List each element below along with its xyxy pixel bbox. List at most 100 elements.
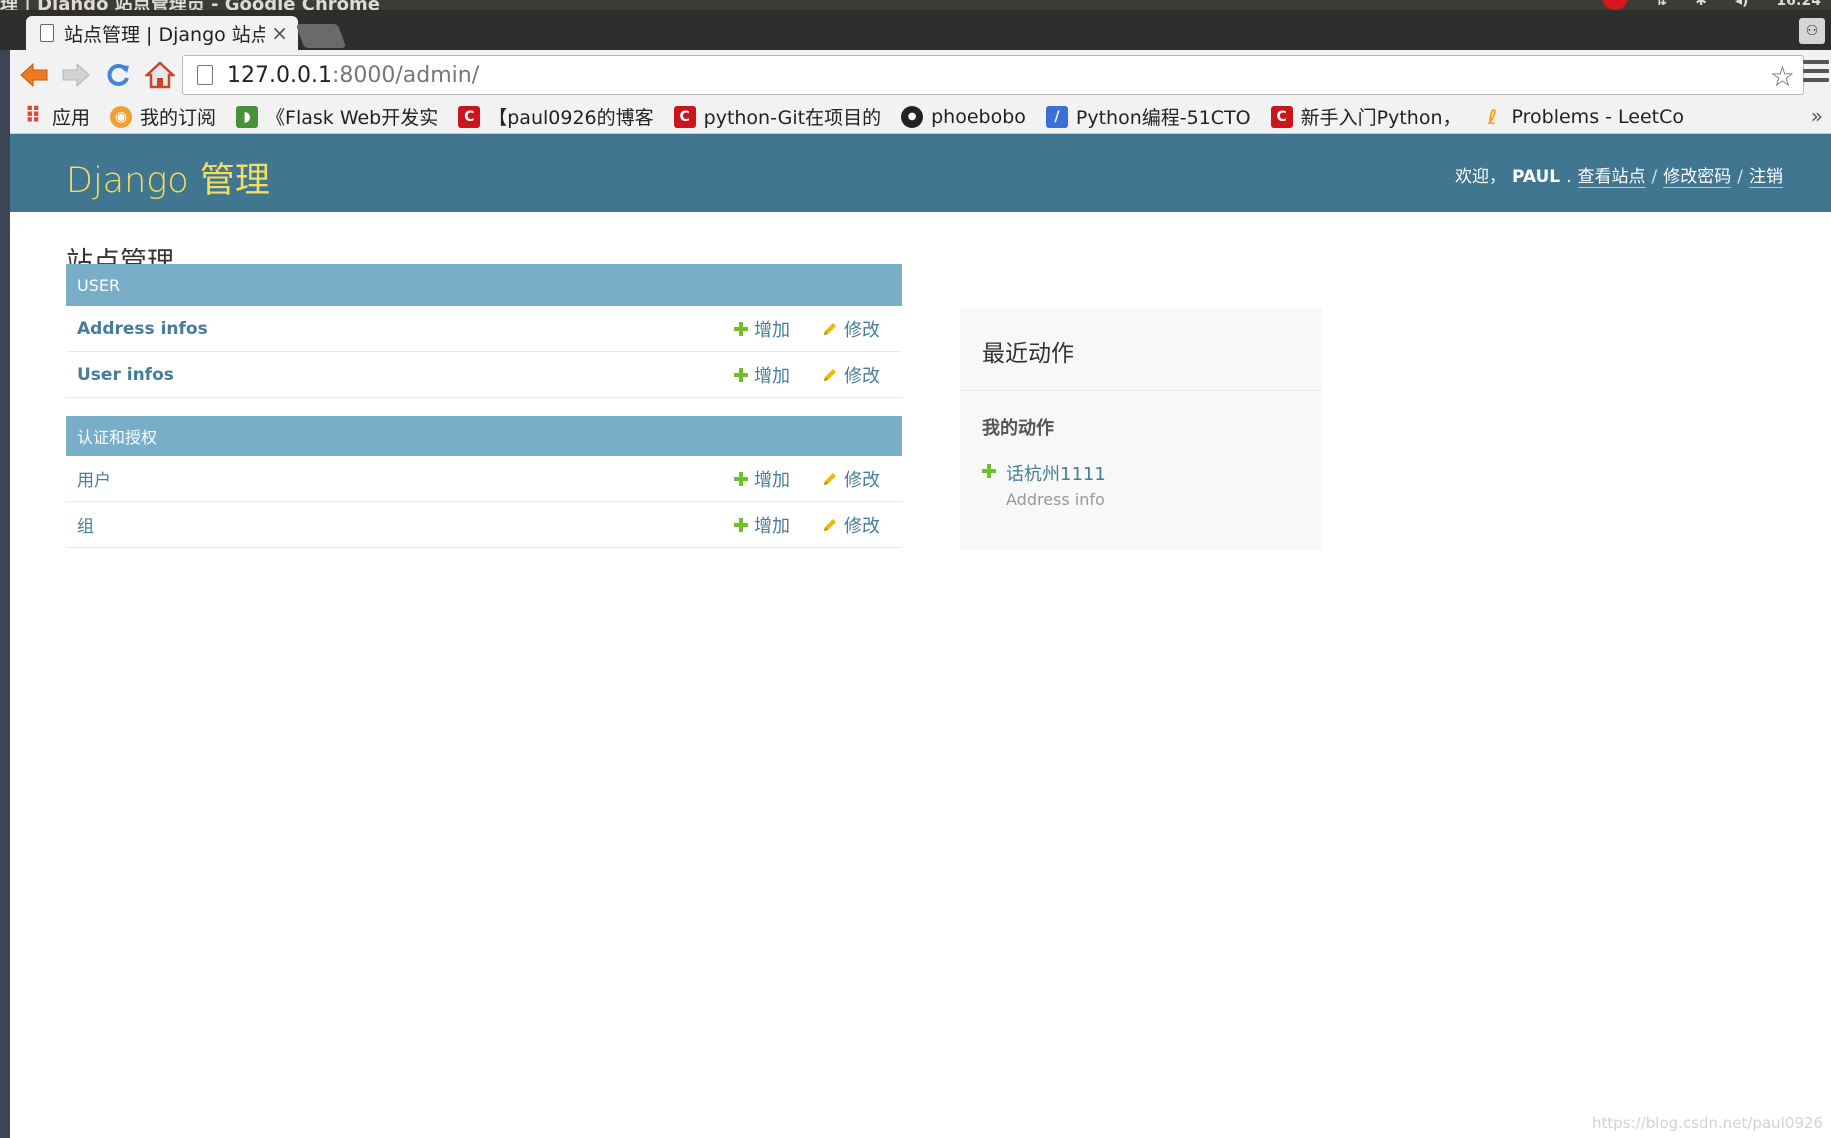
- model-row: 用户 增加 修改: [66, 456, 902, 502]
- bookmark-item[interactable]: Cpython-Git在项目的: [673, 103, 881, 130]
- bookmark-item[interactable]: C 【paul0926的博客: [458, 103, 654, 130]
- 51cto-icon: /: [1045, 105, 1068, 128]
- bookmark-item[interactable]: ℓ Problems - LeetCo: [1482, 104, 1684, 129]
- change-label: 修改: [844, 470, 880, 491]
- add-icon: [982, 464, 996, 478]
- model-actions: 增加 修改: [734, 306, 880, 352]
- logout-link[interactable]: 注销: [1749, 162, 1783, 188]
- period: .: [1566, 167, 1572, 187]
- add-link[interactable]: 增加: [734, 466, 790, 492]
- admin-page: Django 管理 欢迎， PAUL. 查看站点 / 修改密码 / 注销 站点管…: [10, 134, 1831, 1138]
- home-icon: [145, 61, 175, 89]
- bookmark-item[interactable]: ⠿ 应用: [22, 103, 90, 130]
- add-icon: [734, 472, 748, 486]
- my-actions-title: 我的动作: [982, 418, 1054, 439]
- flask-icon: ◗: [236, 105, 259, 128]
- window-title: 理 | Django 站点管理员 - Google Chrome: [0, 0, 380, 10]
- apps-grid-icon: ⠿: [24, 104, 42, 129]
- bookmark-star-icon[interactable]: ☆: [1770, 60, 1795, 93]
- change-link[interactable]: 修改: [822, 316, 880, 342]
- csdn-icon: C: [458, 105, 481, 128]
- change-link[interactable]: 修改: [822, 466, 880, 492]
- bookmark-item[interactable]: ◗ 《Flask Web开发实: [236, 103, 438, 130]
- model-link[interactable]: User infos: [77, 365, 174, 385]
- recent-actions-title: 最近动作: [982, 341, 1074, 367]
- new-tab-button[interactable]: [295, 24, 347, 48]
- add-link[interactable]: 增加: [734, 362, 790, 388]
- address-bar[interactable]: 127.0.0.1 :8000/admin/ ☆: [182, 55, 1804, 95]
- model-row: 组 增加 修改: [66, 502, 902, 548]
- bookmark-label: phoebobo: [931, 105, 1026, 128]
- model-link[interactable]: 组: [77, 512, 94, 537]
- os-top-bar: 理 | Django 站点管理员 - Google Chrome ⇅ ✱ ◂) …: [0, 0, 1831, 10]
- desktop-edge: [0, 50, 10, 1138]
- bookmark-label: 《Flask Web开发实: [266, 107, 439, 129]
- add-label: 增加: [754, 516, 790, 537]
- bookmark-label: 新手入门Python，: [1300, 107, 1462, 129]
- clock[interactable]: 16:24: [1776, 0, 1821, 10]
- add-icon: [734, 518, 748, 532]
- back-button[interactable]: [16, 57, 52, 93]
- forward-arrow-icon: [62, 62, 90, 88]
- model-row: User infos 增加 修改: [66, 352, 902, 398]
- bookmark-label: Problems - LeetCo: [1511, 105, 1684, 128]
- site-branding[interactable]: Django 管理: [66, 152, 270, 203]
- bookmark-label: 我的订阅: [140, 107, 217, 129]
- record-indicator-icon[interactable]: [1601, 0, 1628, 10]
- reload-button[interactable]: [100, 57, 136, 93]
- profile-icon[interactable]: ⚇: [1799, 18, 1825, 44]
- recent-action-link[interactable]: 话杭州1111: [1006, 460, 1106, 486]
- page-info-icon[interactable]: [197, 65, 213, 85]
- browser-toolbar: 127.0.0.1 :8000/admin/ ☆: [10, 50, 1831, 100]
- github-icon: ●: [901, 105, 924, 128]
- model-link[interactable]: Address infos: [77, 319, 208, 339]
- welcome-text: 欢迎，: [1454, 167, 1506, 187]
- tab-strip: 站点管理 | Django 站点 × ⚇: [0, 10, 1831, 50]
- change-label: 修改: [844, 320, 880, 341]
- add-icon: [734, 322, 748, 336]
- bookmark-item[interactable]: / Python编程-51CTO: [1045, 103, 1251, 130]
- rss-icon: ◉: [110, 105, 133, 128]
- admin-header: Django 管理 欢迎， PAUL. 查看站点 / 修改密码 / 注销: [10, 134, 1831, 212]
- module-caption[interactable]: 认证和授权: [66, 416, 902, 456]
- change-link[interactable]: 修改: [822, 512, 880, 538]
- bookmark-label: 【paul0926的博客: [488, 107, 654, 129]
- system-tray: ⇅ ✱ ◂) 16:24: [1601, 0, 1821, 10]
- pencil-icon: [822, 471, 838, 487]
- bookmark-label: 应用: [52, 107, 91, 129]
- csdn-icon: C: [1270, 105, 1293, 128]
- tab-active[interactable]: 站点管理 | Django 站点 ×: [26, 16, 298, 50]
- bluetooth-icon[interactable]: ✱: [1695, 0, 1707, 10]
- add-icon: [734, 368, 748, 382]
- home-button[interactable]: [142, 57, 178, 93]
- bookmark-item[interactable]: C 新手入门Python，: [1270, 103, 1462, 130]
- add-label: 增加: [754, 366, 790, 387]
- csdn-icon: C: [673, 105, 696, 128]
- chrome-menu-icon[interactable]: [1803, 60, 1829, 87]
- tab-close-icon[interactable]: ×: [271, 21, 288, 45]
- change-password-link[interactable]: 修改密码: [1663, 162, 1732, 188]
- add-link[interactable]: 增加: [734, 316, 790, 342]
- view-site-link[interactable]: 查看站点: [1577, 162, 1646, 188]
- bookmarks-overflow-icon[interactable]: »: [1811, 104, 1823, 128]
- separator: /: [1651, 167, 1658, 187]
- app-module: USER Address infos 增加 修改 User infos 增加 修改: [66, 264, 902, 398]
- model-actions: 增加 修改: [734, 456, 880, 502]
- module-caption[interactable]: USER: [66, 264, 902, 306]
- recent-action-item: 话杭州1111 Address info: [982, 460, 1106, 509]
- app-module: 认证和授权 用户 增加 修改组增加 修改: [66, 416, 902, 548]
- bookmark-item[interactable]: ◉ 我的订阅: [110, 103, 216, 130]
- forward-button[interactable]: [58, 57, 94, 93]
- leetcode-icon: ℓ: [1487, 104, 1498, 129]
- change-link[interactable]: 修改: [822, 362, 880, 388]
- change-label: 修改: [844, 366, 880, 387]
- bookmark-item[interactable]: ● phoebobo: [901, 105, 1026, 128]
- reload-icon: [107, 64, 129, 86]
- recent-action-type: Address info: [1006, 490, 1105, 509]
- network-icon[interactable]: ⇅: [1656, 0, 1668, 10]
- add-link[interactable]: 增加: [734, 512, 790, 538]
- volume-icon[interactable]: ◂): [1735, 0, 1748, 10]
- change-label: 修改: [844, 516, 880, 537]
- model-link[interactable]: 用户: [77, 466, 111, 491]
- model-actions: 增加 修改: [734, 352, 880, 398]
